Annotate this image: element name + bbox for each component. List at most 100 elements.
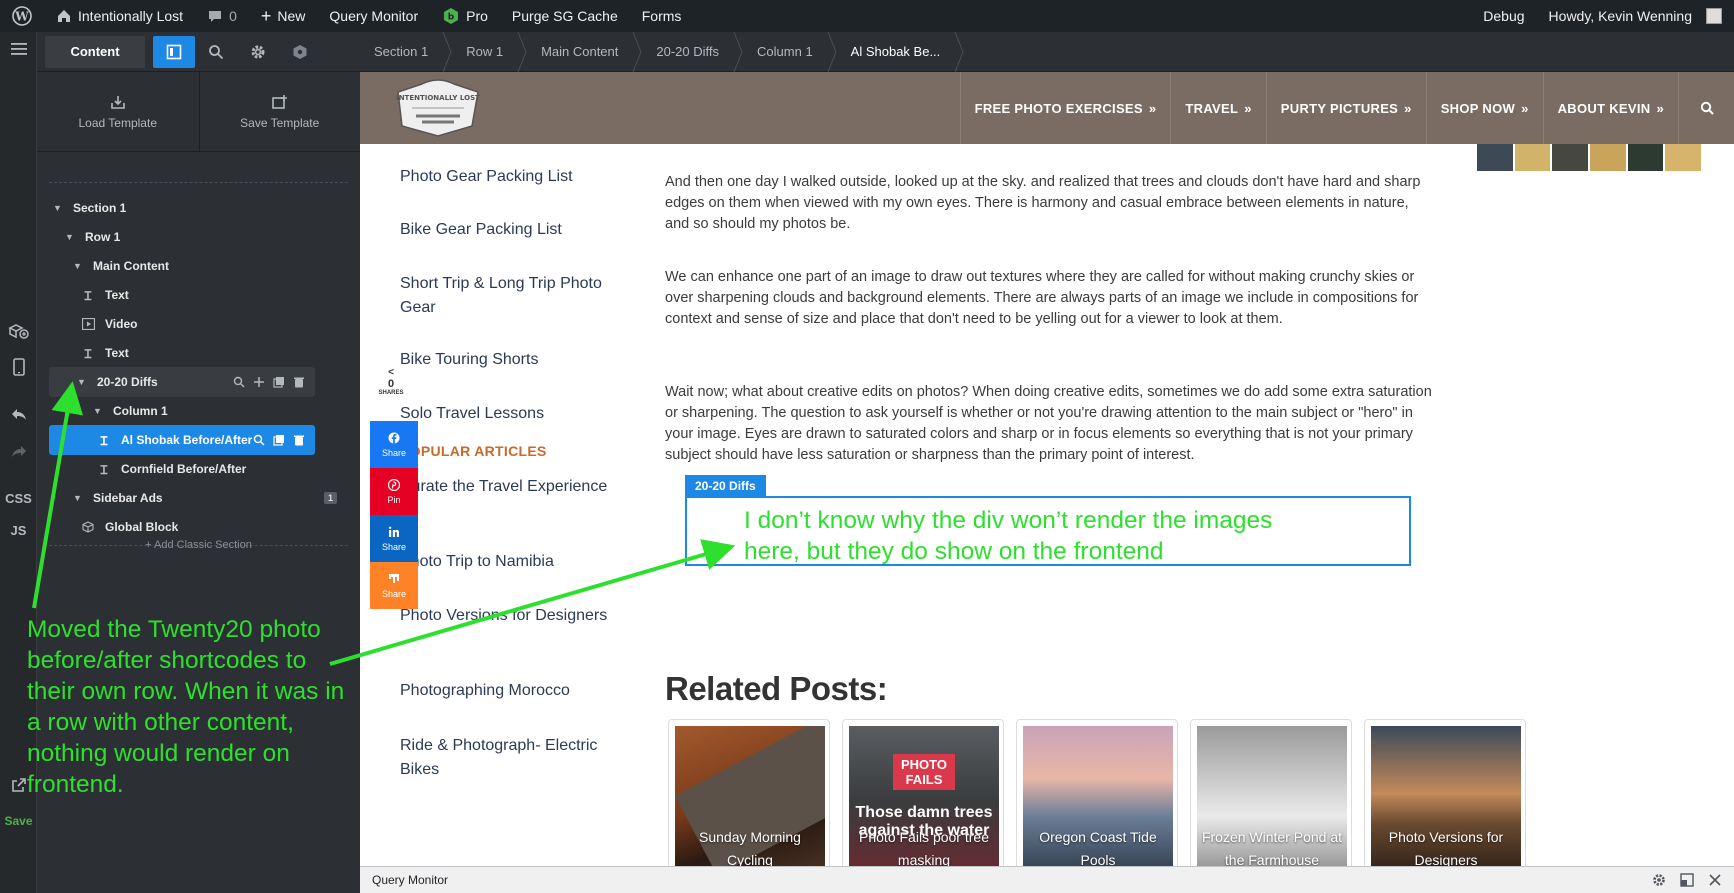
caret-down-icon[interactable]: ▼: [65, 232, 75, 242]
related-post-card[interactable]: Frozen Winter Pond at the Farmhouse: [1190, 719, 1352, 866]
tree-cornfield-module[interactable]: Ɪ Cornfield Before/After: [97, 454, 347, 484]
trash-icon[interactable]: [293, 376, 305, 388]
site-name-link[interactable]: Intentionally Lost: [44, 0, 195, 32]
caret-down-icon[interactable]: ▼: [53, 203, 63, 213]
sidebar-link[interactable]: Photo Versions for Designers: [400, 604, 610, 628]
related-post-card[interactable]: Oregon Coast Tide Pools: [1016, 719, 1178, 866]
template-actions: Load Template Save Template: [37, 72, 360, 152]
forms-link[interactable]: Forms: [630, 0, 694, 32]
add-classic-section-link[interactable]: + Add Classic Section: [37, 539, 360, 551]
copy-icon[interactable]: [273, 376, 285, 388]
sidebar-link[interactable]: Bike Gear Packing List: [400, 218, 610, 242]
search-icon[interactable]: [253, 434, 265, 446]
nav-travel[interactable]: TRAVEL»: [1170, 72, 1265, 144]
css-button[interactable]: CSS: [0, 491, 37, 506]
related-post-card[interactable]: Photo Versions for Designers: [1364, 719, 1526, 866]
nav-about-kevin[interactable]: ABOUT KEVIN»: [1542, 72, 1678, 144]
wordpress-logo-icon[interactable]: W: [0, 0, 44, 32]
search-icon[interactable]: [233, 376, 245, 388]
js-button[interactable]: JS: [0, 523, 37, 538]
new-label: New: [277, 8, 306, 24]
breadcrumb-column-1[interactable]: Column 1: [743, 32, 827, 72]
nav-shop-now[interactable]: SHOP NOW»: [1425, 72, 1543, 144]
sidebar-link[interactable]: Short Trip & Long Trip Photo Gear: [400, 272, 610, 320]
tree-main-content[interactable]: ▼ Main Content: [73, 251, 347, 281]
close-icon[interactable]: [1708, 873, 1722, 887]
copy-icon[interactable]: [273, 434, 285, 446]
breadcrumb-main-content[interactable]: Main Content: [527, 32, 632, 72]
site-preview: INTENTIONALLY LOST FREE PHOTO EXERCISES»…: [360, 72, 1734, 866]
breadcrumb-20-20-diffs[interactable]: 20-20 Diffs: [642, 32, 733, 72]
load-template-button[interactable]: Load Template: [37, 72, 199, 151]
settings-tab[interactable]: [237, 36, 279, 68]
add-elements-icon[interactable]: [0, 322, 37, 340]
sidebar-link[interactable]: Photo Trip to Namibia: [400, 550, 610, 574]
site-logo[interactable]: INTENTIONALLY LOST: [392, 78, 484, 138]
tree-global-block[interactable]: Global Block: [81, 512, 347, 542]
sidebar-link[interactable]: Solo Travel Lessons: [400, 402, 610, 426]
redo-icon[interactable]: [0, 443, 37, 459]
related-post-card[interactable]: PHOTO FAILS Those damn trees against the…: [842, 719, 1004, 866]
caret-down-icon[interactable]: ▼: [93, 406, 103, 416]
breadcrumb-section-1[interactable]: Section 1: [360, 32, 442, 72]
gear-icon[interactable]: [1652, 873, 1666, 887]
undo-icon[interactable]: [0, 406, 37, 422]
menu-icon[interactable]: [0, 41, 37, 57]
trash-icon[interactable]: [293, 434, 305, 446]
responsive-icon[interactable]: [0, 358, 37, 376]
new-content-link[interactable]: + New: [249, 0, 318, 32]
debug-link[interactable]: Debug: [1471, 0, 1536, 32]
tree-video-module[interactable]: Video: [81, 309, 347, 339]
cube-icon: [81, 521, 95, 533]
breadcrumb-current[interactable]: Al Shobak Be...: [837, 32, 955, 72]
sidebar-link[interactable]: Ride & Photograph- Electric Bikes: [400, 734, 610, 782]
save-template-button[interactable]: Save Template: [198, 72, 361, 151]
tree-20-20-diffs[interactable]: ▼ 20-20 Diffs: [49, 367, 315, 397]
nav-search-button[interactable]: [1678, 72, 1734, 144]
linkedin-share-button[interactable]: Share: [370, 515, 418, 562]
mix-share-button[interactable]: Share: [370, 562, 418, 609]
save-button[interactable]: Save: [0, 814, 37, 828]
pro-link[interactable]: b Pro: [430, 0, 500, 32]
breadcrumb-row-1[interactable]: Row 1: [452, 32, 517, 72]
tree-section-1[interactable]: ▼ Section 1: [53, 193, 347, 223]
caret-down-icon[interactable]: ▼: [73, 493, 83, 503]
post-thumbnail: Oregon Coast Tide Pools: [1023, 726, 1173, 866]
tree-label: Text: [105, 346, 129, 360]
nav-free-photo-exercises[interactable]: FREE PHOTO EXERCISES»: [959, 72, 1171, 144]
search-tab[interactable]: [195, 36, 237, 68]
purge-cache-link[interactable]: Purge SG Cache: [500, 0, 630, 32]
query-monitor-title[interactable]: Query Monitor: [360, 873, 448, 887]
toggle-layout-icon[interactable]: [1680, 873, 1694, 887]
pinterest-share-button[interactable]: Pin: [370, 468, 418, 515]
sidebar-link[interactable]: Curate the Travel Experience: [400, 475, 610, 499]
tree-label: Row 1: [85, 230, 121, 244]
tab-content[interactable]: Content: [45, 35, 145, 68]
related-post-card[interactable]: Sunday Morning Cycling: [668, 719, 830, 866]
caret-down-icon[interactable]: ▼: [77, 377, 87, 387]
global-tab[interactable]: [279, 36, 321, 68]
nav-purty-pictures[interactable]: PURTY PICTURES»: [1265, 72, 1426, 144]
tree-al-shobak-module[interactable]: Ɪ Al Shobak Before/After: [49, 425, 315, 455]
text-cursor-icon: Ɪ: [100, 433, 108, 448]
sidebar-link[interactable]: Bike Touring Shorts: [400, 348, 610, 372]
query-monitor-link[interactable]: Query Monitor: [317, 0, 430, 32]
tree-text-module[interactable]: Ɪ Text: [81, 280, 347, 310]
tab-layout[interactable]: [153, 35, 195, 68]
facebook-share-button[interactable]: Share: [370, 421, 418, 468]
svg-text:b: b: [448, 13, 455, 23]
annotation-left-note: Moved the Twenty20 photo before/after sh…: [27, 616, 345, 798]
tree-sidebar-ads[interactable]: ▼ Sidebar Ads 1: [73, 483, 347, 513]
comments-link[interactable]: 0: [195, 0, 249, 32]
plus-icon[interactable]: [253, 376, 265, 388]
tree-text-module[interactable]: Ɪ Text: [81, 338, 347, 368]
tree-row-1[interactable]: ▼ Row 1: [65, 222, 347, 252]
caret-down-icon[interactable]: ▼: [73, 261, 83, 271]
sidebar-link[interactable]: Photo Gear Packing List: [400, 165, 610, 189]
tree-column-1[interactable]: ▼ Column 1: [93, 396, 347, 426]
sidebar-ad-strip[interactable]: [1477, 144, 1702, 171]
module-label-20-20-diffs[interactable]: 20-20 Diffs: [685, 475, 766, 496]
sidebar-link[interactable]: Photographing Morocco: [400, 679, 610, 703]
save-template-icon: [271, 94, 287, 109]
account-link[interactable]: Howdy, Kevin Wenning: [1537, 0, 1734, 32]
